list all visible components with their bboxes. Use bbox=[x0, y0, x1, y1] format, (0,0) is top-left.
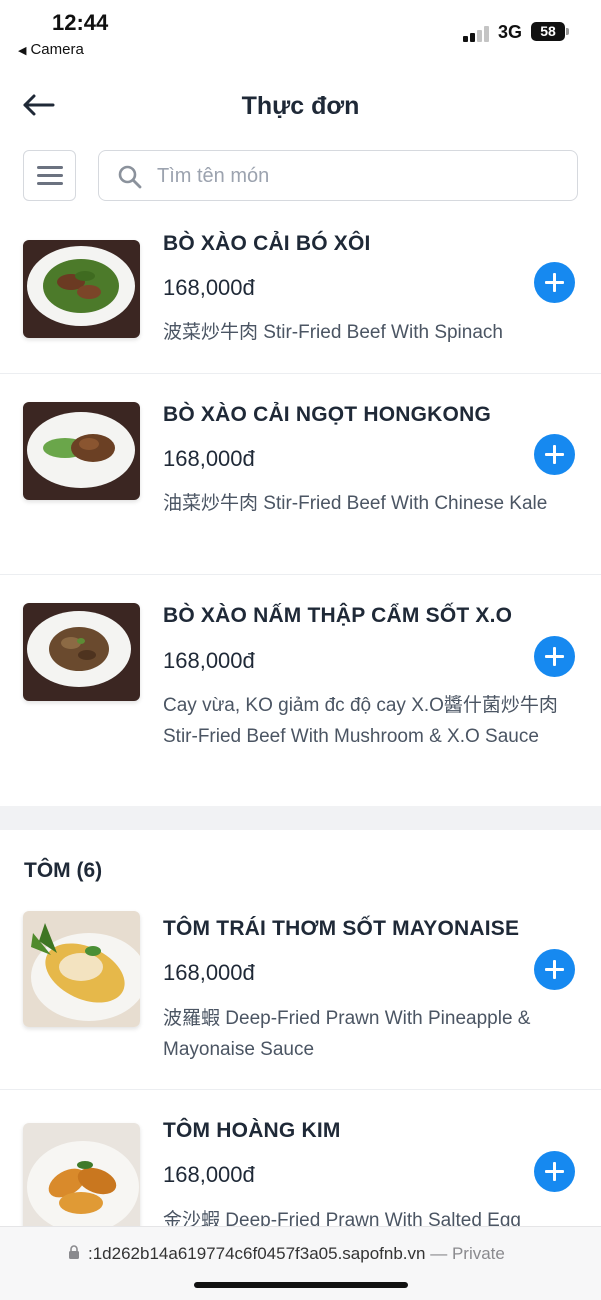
search-input[interactable] bbox=[157, 159, 557, 193]
private-label: — Private bbox=[430, 1244, 505, 1263]
category-title: TÔM (6) bbox=[24, 859, 103, 882]
dish-image bbox=[23, 603, 140, 701]
dish-image bbox=[23, 1123, 140, 1226]
dish-description: Cay vừa, KO giảm đc độ cay X.O醬什菌炒牛肉 Sti… bbox=[163, 695, 558, 747]
lock-icon bbox=[69, 1245, 79, 1259]
list-item[interactable]: TÔM HOÀNG KIM 168,000đ 金沙蝦 Deep-Fried Pr… bbox=[0, 1090, 601, 1226]
search-icon bbox=[118, 165, 142, 189]
dish-price: 168,000đ bbox=[163, 648, 255, 673]
back-app-label: Camera bbox=[30, 41, 84, 58]
list-item[interactable]: BÒ XÀO CẢI NGỌT HONGKONG 168,000đ 油菜炒牛肉 … bbox=[0, 374, 601, 575]
dish-price: 168,000đ bbox=[163, 446, 255, 471]
add-to-cart-button[interactable] bbox=[534, 262, 575, 303]
dish-name: BÒ XÀO CẢI BÓ XÔI bbox=[163, 232, 371, 255]
dish-image bbox=[23, 240, 140, 338]
dish-price: 168,000đ bbox=[163, 1162, 255, 1187]
dish-image bbox=[23, 402, 140, 500]
add-to-cart-button[interactable] bbox=[534, 949, 575, 990]
home-indicator[interactable] bbox=[194, 1282, 408, 1288]
dish-name: TÔM HOÀNG KIM bbox=[163, 1119, 341, 1142]
dish-image bbox=[23, 911, 140, 1027]
dish-name: BÒ XÀO CẢI NGỌT HONGKONG bbox=[163, 403, 491, 426]
dish-name: TÔM TRÁI THƠM SỐT MAYONAISE bbox=[163, 917, 520, 940]
list-item[interactable]: BÒ XÀO NẤM THẬP CẨM SỐT X.O 168,000đ Cay… bbox=[0, 575, 601, 806]
back-to-app-link[interactable]: ◀ Camera bbox=[18, 41, 84, 58]
dish-name: BÒ XÀO NẤM THẬP CẨM SỐT X.O bbox=[163, 604, 513, 627]
browser-url-bar[interactable]: :1d262b14a619774c6f0457f3a05.sapofnb.vn … bbox=[0, 1226, 601, 1300]
add-to-cart-button[interactable] bbox=[534, 636, 575, 677]
dish-description: 油菜炒牛肉 Stir-Fried Beef With Chinese Kale bbox=[163, 493, 548, 514]
page-header: Thực đơn bbox=[0, 80, 601, 135]
dish-description: 波羅蝦 Deep-Fried Prawn With Pineapple & Ma… bbox=[163, 1008, 531, 1060]
network-type: 3G bbox=[498, 22, 523, 42]
section-divider bbox=[0, 806, 601, 830]
signal-icon bbox=[463, 26, 491, 42]
status-bar: 12:44 ◀ Camera 3G 58 bbox=[0, 0, 601, 70]
page-title: Thực đơn bbox=[241, 92, 360, 120]
search-box[interactable] bbox=[98, 150, 578, 201]
add-to-cart-button[interactable] bbox=[534, 434, 575, 475]
dish-price: 168,000đ bbox=[163, 275, 255, 300]
list-item[interactable]: TÔM TRÁI THƠM SỐT MAYONAISE 168,000đ 波羅蝦… bbox=[0, 893, 601, 1090]
status-time: 12:44 bbox=[52, 10, 109, 35]
add-to-cart-button[interactable] bbox=[534, 1151, 575, 1192]
hamburger-icon bbox=[37, 166, 63, 169]
dish-description: 金沙蝦 Deep-Fried Prawn With Salted Egg bbox=[163, 1210, 521, 1226]
list-item[interactable]: BÒ XÀO CẢI BÓ XÔI 168,000đ 波菜炒牛肉 Stir-Fr… bbox=[0, 216, 601, 374]
url-address: :1d262b14a619774c6f0457f3a05.sapofnb.vn bbox=[88, 1244, 426, 1263]
dish-description: 波菜炒牛肉 Stir-Fried Beef With Spinach bbox=[163, 322, 503, 343]
url-text: :1d262b14a619774c6f0457f3a05.sapofnb.vn … bbox=[88, 1244, 505, 1264]
battery-icon: 58 bbox=[531, 22, 569, 41]
category-menu-button[interactable] bbox=[23, 150, 76, 201]
dish-price: 168,000đ bbox=[163, 960, 255, 985]
